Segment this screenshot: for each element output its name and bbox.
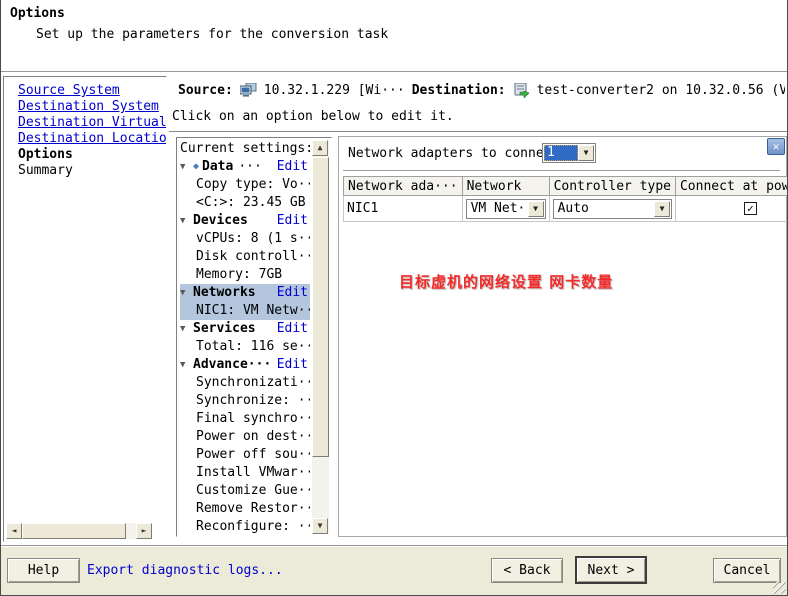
- network-dropdown[interactable]: VM Net··· ▼: [466, 199, 546, 219]
- panel-divider: [343, 170, 780, 172]
- settings-tree: Current settings: ▼ ◆ Data ··· Edit Copy…: [180, 140, 310, 533]
- collapse-arrow-icon[interactable]: ▼: [180, 158, 193, 176]
- tree-item-remove-restore[interactable]: Remove Restor···: [180, 500, 310, 518]
- help-button[interactable]: Help: [7, 558, 80, 583]
- tree-group-advanced[interactable]: ▼ Advance··· Edit: [180, 356, 310, 374]
- page-title: Options: [10, 6, 65, 21]
- scroll-down-arrow-icon[interactable]: ▼: [312, 518, 328, 534]
- chevron-down-icon[interactable]: ▼: [654, 201, 670, 217]
- tree-item-reconfigure[interactable]: Reconfigure: ···: [180, 518, 310, 533]
- tree-item-disk-controller[interactable]: Disk controll···: [180, 248, 310, 266]
- footer-bar: Help Export diagnostic logs... < Back Ne…: [1, 545, 787, 595]
- tree-item-final-synchronization[interactable]: Final synchro···: [180, 410, 310, 428]
- tree-item-nic1[interactable]: NIC1: VM Netw···: [180, 302, 310, 320]
- settings-tree-title: Current settings:: [180, 140, 310, 158]
- page-subtitle: Set up the parameters for the conversion…: [36, 27, 388, 42]
- edit-advanced-link[interactable]: Edit: [277, 356, 308, 374]
- tree-item-install-vmware-tools[interactable]: Install VMwar···: [180, 464, 310, 482]
- adapter-name-cell: NIC1: [344, 196, 463, 222]
- source-computer-icon: [240, 83, 257, 98]
- collapse-arrow-icon[interactable]: ▼: [180, 212, 193, 230]
- scroll-up-arrow-icon[interactable]: ▲: [312, 140, 328, 156]
- network-value: VM Net···: [468, 201, 528, 217]
- tree-item-power-on-destination[interactable]: Power on dest···: [180, 428, 310, 446]
- tree-item-vcpus[interactable]: vCPUs: 8 (1 s···: [180, 230, 310, 248]
- source-value: 10.32.1.229 [Wi···: [264, 83, 405, 98]
- sidebar-item-destination-virtual-machine[interactable]: Destination Virtual M: [18, 115, 166, 131]
- resize-grip[interactable]: [773, 581, 786, 594]
- chevron-down-icon[interactable]: ▼: [528, 201, 544, 217]
- controller-type-dropdown[interactable]: Auto ▼: [553, 199, 672, 219]
- sidebar-item-summary: Summary: [18, 163, 166, 179]
- tree-item-services-total[interactable]: Total: 116 se···: [180, 338, 310, 356]
- sidebar-item-destination-location[interactable]: Destination Location: [18, 131, 166, 147]
- table-header-row: Network ada··· Network Controller type C…: [344, 177, 788, 196]
- settings-vertical-scrollbar[interactable]: ▲ ▼: [312, 140, 329, 534]
- collapse-arrow-icon[interactable]: ▼: [180, 356, 193, 374]
- data-diamond-icon: ◆: [193, 158, 199, 176]
- tree-group-networks[interactable]: ▼ Networks Edit: [180, 284, 310, 302]
- column-header-controller-type: Controller type: [549, 177, 675, 196]
- edit-networks-link[interactable]: Edit: [277, 284, 308, 302]
- tree-group-devices[interactable]: ▼ Devices Edit: [180, 212, 310, 230]
- column-header-network-adapter: Network ada···: [344, 177, 463, 196]
- destination-value: test-converter2 on 10.32.0.56 (VMwar···: [537, 83, 785, 98]
- scrollbar-thumb[interactable]: [312, 157, 329, 457]
- source-destination-bar: Source: 10.32.1.229 [Wi··· Destination: …: [178, 81, 785, 99]
- vmware-converter-options-window: Options Set up the parameters for the co…: [0, 0, 788, 596]
- edit-devices-link[interactable]: Edit: [277, 212, 308, 230]
- scrollbar-thumb[interactable]: [22, 523, 126, 539]
- edit-services-link[interactable]: Edit: [277, 320, 308, 338]
- wizard-steps-panel: Source System Destination System Destina…: [3, 76, 167, 542]
- scroll-right-arrow-icon[interactable]: ►: [136, 523, 152, 539]
- content-divider: [169, 131, 788, 133]
- adapters-count-value: 1: [544, 145, 578, 161]
- back-button[interactable]: < Back: [491, 558, 563, 583]
- tree-item-power-off-source[interactable]: Power off sou···: [180, 446, 310, 464]
- chevron-down-icon[interactable]: ▼: [578, 145, 594, 161]
- header-divider: [1, 71, 788, 73]
- tree-item-customize-guest[interactable]: Customize Gue···: [180, 482, 310, 500]
- scroll-left-arrow-icon[interactable]: ◄: [6, 523, 22, 539]
- tree-item-c-drive[interactable]: <C:>: 23.45 GB: [180, 194, 310, 212]
- network-adapters-table: Network ada··· Network Controller type C…: [343, 176, 788, 222]
- network-adapters-label: Network adapters to connect: [348, 146, 559, 161]
- sidebar-horizontal-scrollbar[interactable]: ◄ ►: [6, 523, 152, 539]
- connect-at-power-on-checkbox[interactable]: ✓: [744, 202, 757, 215]
- tree-group-services[interactable]: ▼ Services Edit: [180, 320, 310, 338]
- source-label: Source:: [178, 83, 233, 98]
- tree-item-synchronize[interactable]: Synchronize: ···: [180, 392, 310, 410]
- network-adapters-count-dropdown[interactable]: 1 ▼: [542, 143, 596, 163]
- tree-group-data[interactable]: ▼ ◆ Data ··· Edit: [180, 158, 310, 176]
- tree-item-memory[interactable]: Memory: 7GB: [180, 266, 310, 284]
- networks-option-panel: ✕ Network adapters to connect 1 ▼ Networ…: [338, 136, 787, 537]
- collapse-arrow-icon[interactable]: ▼: [180, 320, 193, 338]
- controller-type-value: Auto: [555, 201, 654, 217]
- edit-hint-text: Click on an option below to edit it.: [172, 109, 454, 124]
- collapse-arrow-icon[interactable]: ▼: [180, 284, 193, 302]
- export-diagnostic-logs-link[interactable]: Export diagnostic logs...: [87, 563, 283, 578]
- column-header-connect-at-power-on: Connect at powe···: [675, 177, 788, 196]
- table-row: NIC1 VM Net··· ▼ Auto ▼ ✓: [344, 196, 788, 222]
- current-settings-panel: Current settings: ▼ ◆ Data ··· Edit Copy…: [176, 137, 332, 537]
- column-header-network: Network: [462, 177, 549, 196]
- sidebar-item-source-system[interactable]: Source System: [18, 83, 166, 99]
- edit-data-link[interactable]: Edit: [277, 158, 308, 176]
- tree-item-copy-type[interactable]: Copy type: Vo···: [180, 176, 310, 194]
- tree-item-synchronization[interactable]: Synchronizati···: [180, 374, 310, 392]
- close-panel-button[interactable]: ✕: [767, 138, 785, 155]
- cancel-button[interactable]: Cancel: [713, 558, 781, 583]
- sidebar-item-destination-system[interactable]: Destination System: [18, 99, 166, 115]
- destination-label: Destination:: [412, 83, 506, 98]
- chinese-annotation-text: 目标虚机的网络设置 网卡数量: [399, 271, 613, 292]
- destination-server-icon: [513, 83, 530, 98]
- checkbox-check-icon: ✓: [747, 203, 754, 214]
- sidebar-item-options: Options: [18, 147, 166, 163]
- next-button[interactable]: Next >: [575, 556, 647, 584]
